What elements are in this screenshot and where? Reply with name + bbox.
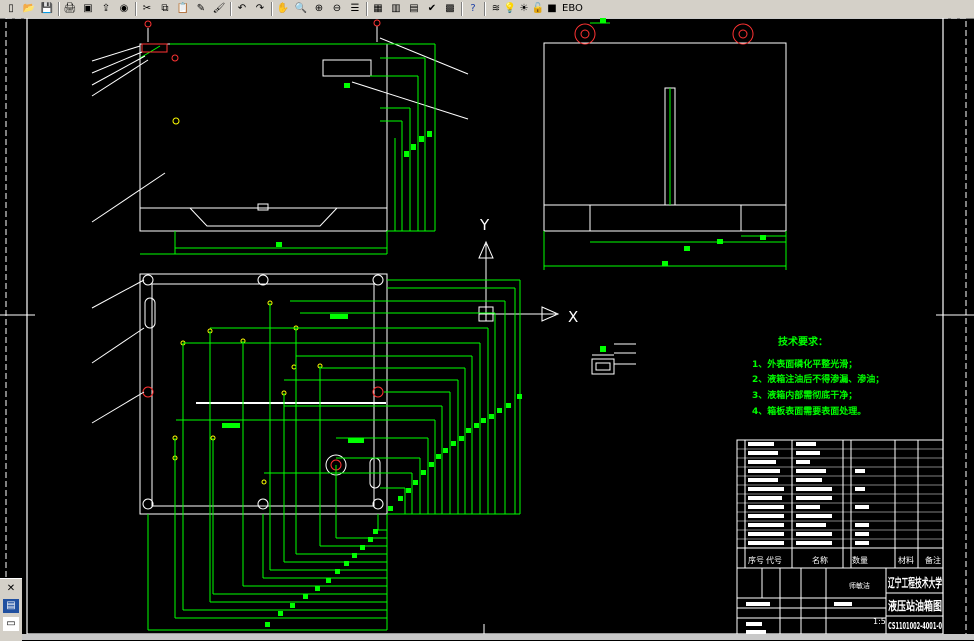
- layer-name-field[interactable]: EBO: [562, 1, 583, 16]
- col-header-number: 序号: [748, 555, 764, 565]
- tech-item: 1、外表面磷化平整光滑；: [752, 358, 857, 370]
- side-tool-panel: ✕ ▤ ▭: [0, 578, 22, 641]
- tech-requirements: 技术要求： 1、外表面磷化平整光滑； 2、液箱注油后不得渗漏、渗油； 3、液箱内…: [752, 335, 884, 417]
- toolbar-separator: [484, 2, 486, 16]
- help-icon[interactable]: ?: [465, 1, 481, 16]
- front-view: [91, 19, 469, 255]
- zoom-realtime-icon[interactable]: 🔍: [293, 1, 309, 16]
- color-icon[interactable]: ■: [544, 1, 560, 16]
- status-bar: [22, 634, 974, 640]
- school-name: 辽宁工程技术大学: [888, 575, 942, 590]
- publish-icon[interactable]: ⇪: [98, 1, 114, 16]
- cut-icon[interactable]: ✂: [139, 1, 155, 16]
- x-axis-label: X: [568, 308, 578, 326]
- title-block: 序号 代号 名称 数量 材料 备注 师敏洁 辽宁工程技术大学 液压站油箱图 CS…: [736, 439, 944, 635]
- pan-icon[interactable]: ✋: [275, 1, 291, 16]
- redo-icon[interactable]: ↷: [252, 1, 268, 16]
- toolbar-separator: [230, 2, 232, 16]
- standard-toolbar: ▯ 📂 💾 🖨 ▣ ⇪ ◉ ✂ ⧉ 📋 ✎ 🖌 ↶ ↷ ✋ 🔍 ⊕ ⊖ ☰ ▦ ▥ ▤ ✔ ▩? ≋ 💡 ☀ 🔓 ■ EBO: [0, 0, 974, 19]
- col-header-quantity: 数量: [852, 555, 868, 565]
- matchprop-icon[interactable]: ✎: [193, 1, 209, 16]
- window-icon[interactable]: ▭: [3, 617, 19, 631]
- toolbar-separator: [366, 2, 368, 16]
- ucs-icon: Y X: [478, 216, 578, 326]
- markup-icon[interactable]: ✔: [424, 1, 440, 16]
- drawing-number: CS1101002-4001-0: [888, 621, 942, 632]
- properties-icon[interactable]: ☰: [347, 1, 363, 16]
- col-header-remark: 备注: [925, 555, 941, 565]
- sheetset-icon[interactable]: ▤: [406, 1, 422, 16]
- col-header-code: 代号: [766, 555, 782, 565]
- open-icon[interactable]: 📂: [21, 1, 37, 16]
- new-icon[interactable]: ▯: [3, 1, 19, 16]
- designcenter-icon[interactable]: ▦: [370, 1, 386, 16]
- col-header-material: 材料: [898, 555, 914, 565]
- brush-icon[interactable]: 🖌: [211, 1, 227, 16]
- top-view: [91, 273, 522, 631]
- tech-title: 技术要求：: [778, 335, 828, 348]
- tech-item: 4、箱板表面需要表面处理。: [752, 405, 866, 417]
- copy-icon[interactable]: ⧉: [157, 1, 173, 16]
- side-view: [543, 18, 787, 270]
- plot-icon[interactable]: ◉: [116, 1, 132, 16]
- toolbar-separator: [135, 2, 137, 16]
- tech-item: 3、液箱内部需彻底干净；: [752, 389, 857, 401]
- tech-item: 2、液箱注油后不得渗漏、渗油；: [752, 373, 884, 385]
- drawing-name: 液压站油箱图: [888, 598, 942, 613]
- toolbar-separator: [461, 2, 463, 16]
- drawing-canvas[interactable]: Y X 技术要求： 1、外表面磷化平整光滑； 2、液箱注油后不得渗漏、渗油； 3…: [0, 18, 974, 640]
- toolpalette-icon[interactable]: ▥: [388, 1, 404, 16]
- designer-label: 师敏洁: [849, 581, 870, 590]
- calculator-icon[interactable]: ▩: [442, 1, 458, 16]
- undo-icon[interactable]: ↶: [234, 1, 250, 16]
- toolbar-separator: [271, 2, 273, 16]
- print-icon[interactable]: 🖨: [62, 1, 78, 16]
- col-header-name: 名称: [812, 555, 828, 565]
- paste-icon[interactable]: 📋: [175, 1, 191, 16]
- scale-value: 1:5: [873, 617, 886, 626]
- detail-view: [591, 343, 636, 375]
- save-icon[interactable]: 💾: [39, 1, 55, 16]
- close-icon[interactable]: ✕: [3, 582, 19, 596]
- zoom-window-icon[interactable]: ⊕: [311, 1, 327, 16]
- y-axis-label: Y: [479, 216, 490, 234]
- zoom-previous-icon[interactable]: ⊖: [329, 1, 345, 16]
- preview-icon[interactable]: ▣: [80, 1, 96, 16]
- toolbar-separator: [58, 2, 60, 16]
- properties-panel-icon[interactable]: ▤: [3, 599, 19, 613]
